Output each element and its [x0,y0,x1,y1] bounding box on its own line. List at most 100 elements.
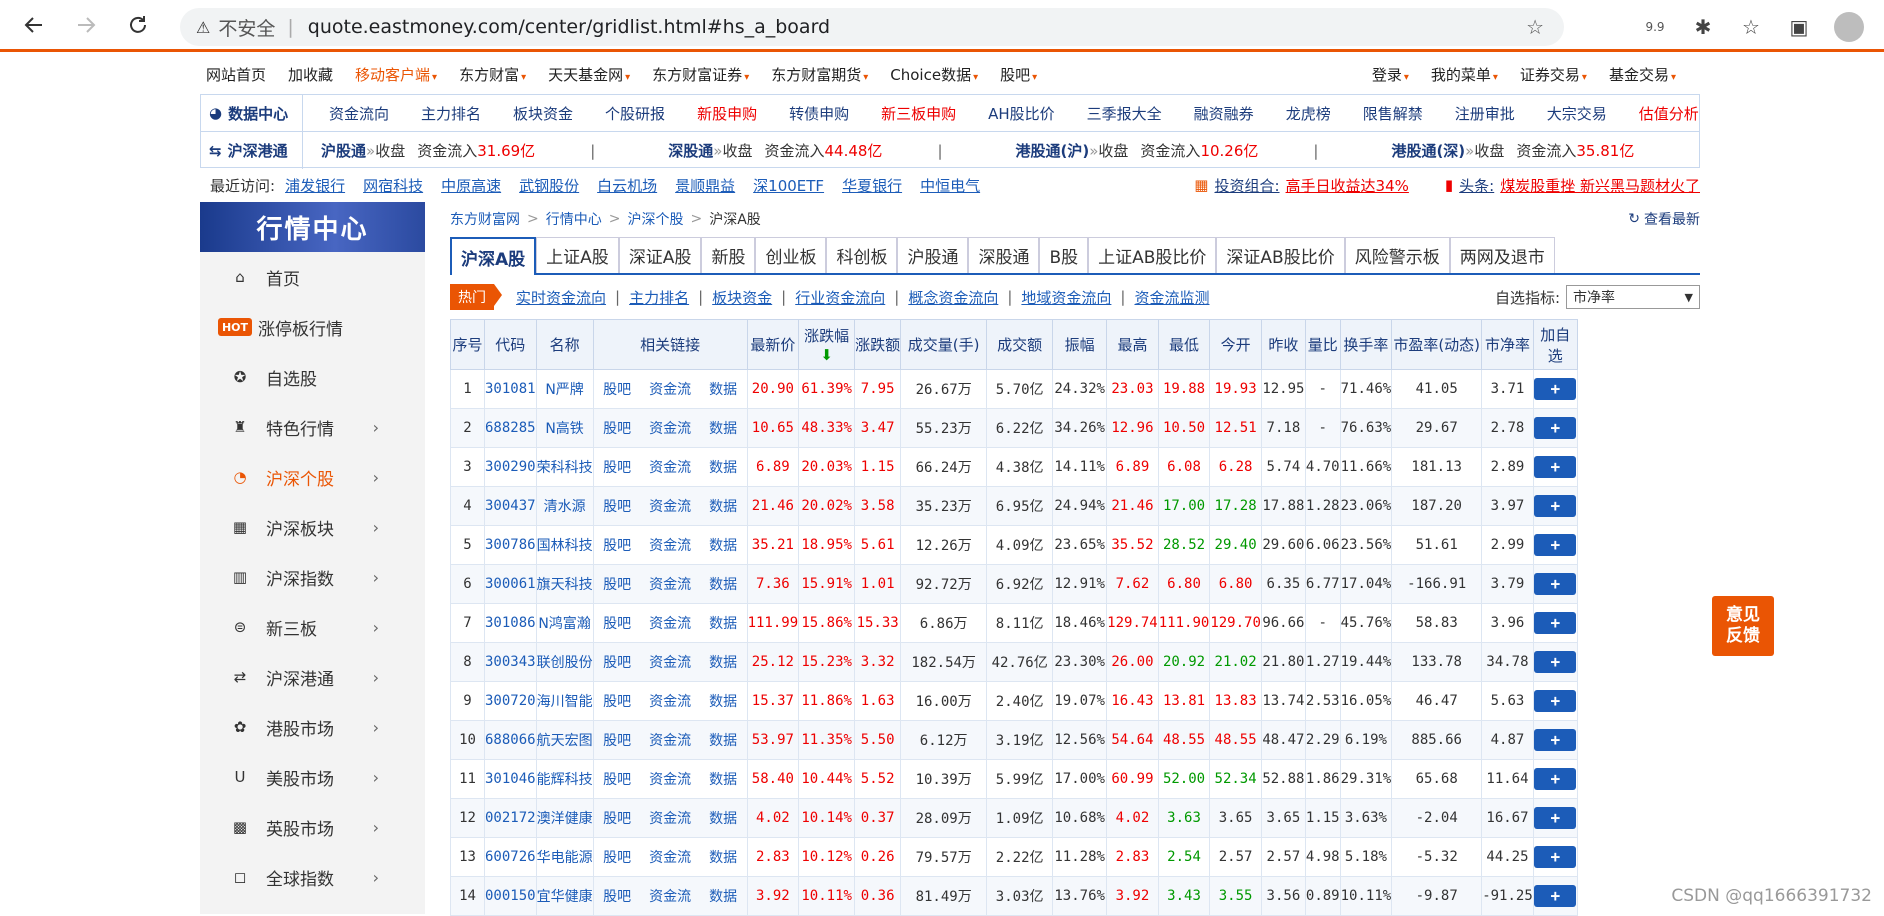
topnav-right-item[interactable]: 基金交易▾ [1609,64,1676,85]
sidebar-item[interactable]: ⇄沪深港通› [200,652,425,702]
data-center-link[interactable]: 新股申购 [697,103,757,124]
column-header[interactable]: 涨跌额 [855,320,901,370]
related-link[interactable]: 数据 [709,460,737,476]
breadcrumb-item[interactable]: 行情中心 [546,209,602,229]
market-tab[interactable]: 上证AB股比价 [1088,237,1216,273]
table-row[interactable]: 2688285N高铁股吧资金流数据10.6548.33%3.4755.23万6.… [451,409,1578,448]
related-link[interactable]: 股吧 [603,811,631,827]
market-tab[interactable]: 两网及退市 [1450,237,1555,273]
portfolio-link[interactable]: 高手日收益达34% [1286,175,1409,196]
hot-sub-link[interactable]: 主力排名 [629,287,689,308]
topnav-right-item[interactable]: 我的菜单▾ [1431,64,1498,85]
column-header[interactable]: 量比 [1305,320,1340,370]
market-tab[interactable]: 深证AB股比价 [1216,237,1344,273]
column-header[interactable]: 序号 [451,320,485,370]
related-link[interactable]: 资金流 [649,694,691,710]
market-tab[interactable]: 新股 [701,237,755,273]
data-center-link[interactable]: 个股研报 [605,103,665,124]
stock-name[interactable]: 海川智能 [536,682,593,721]
stock-code[interactable]: 301046 [485,760,537,799]
table-row[interactable]: 10688066航天宏图股吧资金流数据53.9711.35%5.506.12万3… [451,721,1578,760]
recent-visit-link[interactable]: 中原高速 [441,175,501,196]
related-link[interactable]: 股吧 [603,499,631,515]
related-link[interactable]: 数据 [709,382,737,398]
recent-visit-link[interactable]: 中恒电气 [920,175,980,196]
stock-code[interactable]: 300061 [485,565,537,604]
column-header[interactable]: 名称 [536,320,593,370]
column-header[interactable]: 最高 [1107,320,1159,370]
topnav-item[interactable]: 东方财富证券▾ [652,64,749,85]
hot-sub-link[interactable]: 板块资金 [712,287,772,308]
column-header[interactable]: 昨收 [1261,320,1305,370]
topnav-item[interactable]: 股吧▾ [1000,64,1037,85]
flow-name[interactable]: 沪股通 [321,140,366,161]
add-watchlist-button[interactable]: + [1534,846,1576,868]
add-watchlist-button[interactable]: + [1534,378,1576,400]
column-header[interactable]: 最低 [1158,320,1210,370]
related-link[interactable]: 股吧 [603,616,631,632]
hot-sub-link[interactable]: 行业资金流向 [795,287,885,308]
column-header[interactable]: 代码 [485,320,537,370]
flow-name[interactable]: 港股通(沪) [1016,140,1090,161]
add-favorite-icon[interactable]: ☆ [1526,15,1544,39]
stock-code[interactable]: 002172 [485,799,537,838]
recent-visit-link[interactable]: 浦发银行 [285,175,345,196]
data-center-link[interactable]: 大宗交易 [1547,103,1607,124]
breadcrumb-item[interactable]: 东方财富网 [450,209,520,229]
topnav-right-item[interactable]: 证券交易▾ [1520,64,1587,85]
stock-name[interactable]: 澳洋健康 [536,799,593,838]
add-watchlist-button[interactable]: + [1534,612,1576,634]
stock-code[interactable]: 300290 [485,448,537,487]
sidebar-item[interactable]: ▩英股市场› [200,802,425,852]
related-link[interactable]: 资金流 [649,421,691,437]
flow-name[interactable]: 深股通 [668,140,713,161]
stock-name[interactable]: 航天宏图 [536,721,593,760]
topnav-item[interactable]: 移动客户端▾ [355,64,437,85]
stock-name[interactable]: 宜华健康 [536,877,593,916]
add-watchlist-button[interactable]: + [1534,651,1576,673]
stock-code[interactable]: 688066 [485,721,537,760]
add-watchlist-button[interactable]: + [1534,690,1576,712]
recent-visit-link[interactable]: 华夏银行 [842,175,902,196]
data-center-link[interactable]: 主力排名 [421,103,481,124]
table-row[interactable]: 9300720海川智能股吧资金流数据15.3711.86%1.6316.00万2… [451,682,1578,721]
add-watchlist-button[interactable]: + [1534,534,1576,556]
table-row[interactable]: 8300343联创股份股吧资金流数据25.1215.23%3.32182.54万… [451,643,1578,682]
related-link[interactable]: 股吧 [603,460,631,476]
related-link[interactable]: 资金流 [649,733,691,749]
column-header[interactable]: 今开 [1210,320,1262,370]
column-header[interactable]: 成交额 [987,320,1053,370]
related-link[interactable]: 资金流 [649,460,691,476]
related-link[interactable]: 股吧 [603,850,631,866]
zoom-indicator[interactable]: 9.9 [1642,20,1668,34]
market-tab[interactable]: 深股通 [968,237,1039,273]
market-tab[interactable]: 上证A股 [536,237,619,273]
recent-visit-link[interactable]: 网宿科技 [363,175,423,196]
breadcrumb-item[interactable]: 沪深个股 [627,209,683,229]
sidebar-item[interactable]: ▦沪深板块› [200,502,425,552]
column-header[interactable]: 振幅 [1053,320,1107,370]
stock-name[interactable]: N鸿富瀚 [536,604,593,643]
data-center-link[interactable]: 龙虎榜 [1286,103,1331,124]
related-link[interactable]: 股吧 [603,655,631,671]
sidebar-item[interactable]: HOT涨停板行情 [200,302,425,352]
add-watchlist-button[interactable]: + [1534,456,1576,478]
related-link[interactable]: 股吧 [603,382,631,398]
table-row[interactable]: 7301086N鸿富瀚股吧资金流数据111.9915.86%15.336.86万… [451,604,1578,643]
hot-sub-link[interactable]: 概念资金流向 [908,287,998,308]
column-header[interactable]: 市净率 [1482,320,1534,370]
topnav-item[interactable]: 加收藏 [288,64,333,85]
back-icon[interactable] [16,7,52,43]
stock-code[interactable]: 300720 [485,682,537,721]
table-row[interactable]: 1301081N严牌股吧资金流数据20.9061.39%7.9526.67万5.… [451,370,1578,409]
headline-label[interactable]: 头条: [1459,175,1494,196]
related-link[interactable]: 股吧 [603,733,631,749]
sidebar-item[interactable]: ✿港股市场› [200,702,425,752]
related-link[interactable]: 数据 [709,499,737,515]
data-center-link[interactable]: 资金流向 [329,103,389,124]
column-header[interactable]: 换手率 [1340,320,1392,370]
table-row[interactable]: 3300290荣科科技股吧资金流数据6.8920.03%1.1566.24万4.… [451,448,1578,487]
related-link[interactable]: 数据 [709,694,737,710]
stock-code[interactable]: 300786 [485,526,537,565]
extensions-icon[interactable]: ✱ [1690,15,1716,39]
